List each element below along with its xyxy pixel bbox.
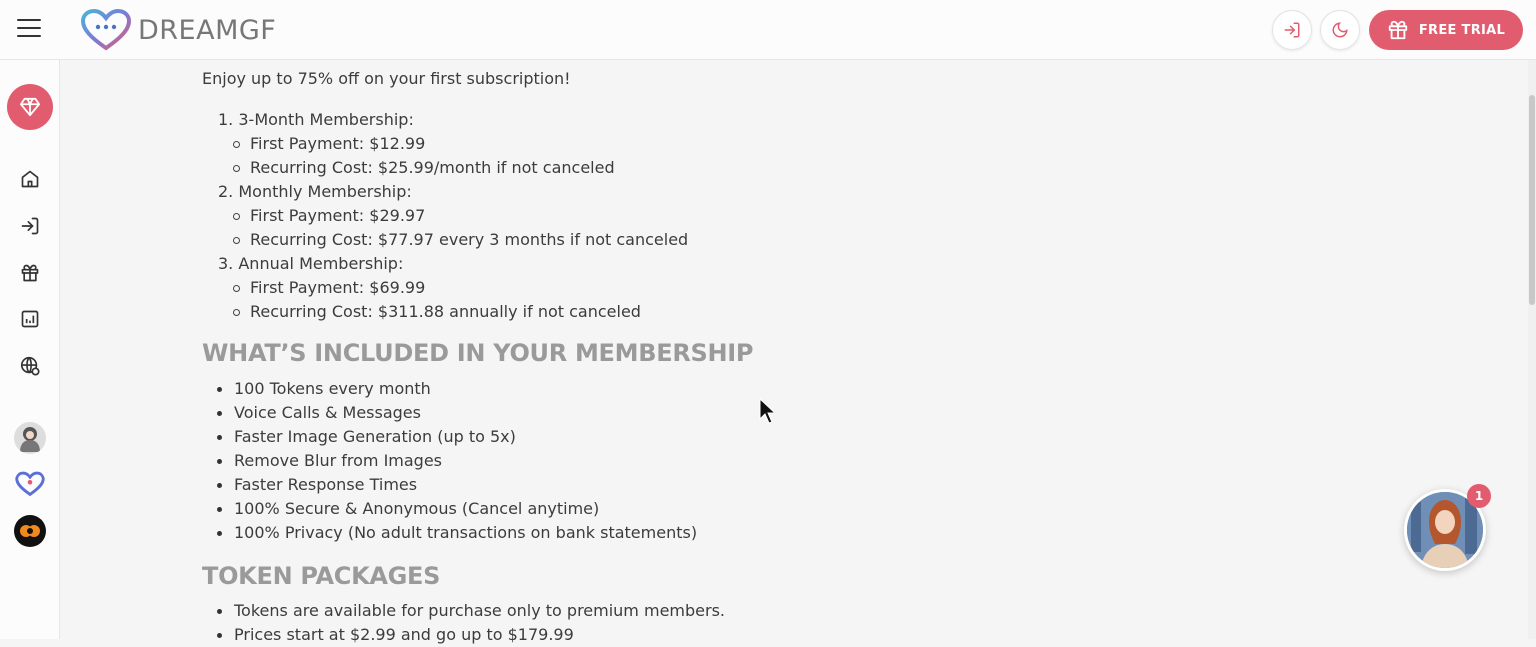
list-item: Voice Calls & Messages — [216, 401, 697, 425]
plan-item: 3-Month Membership: First Payment: $12.9… — [218, 108, 688, 180]
plan-first-payment: First Payment: $69.99 — [232, 276, 688, 300]
list-item: 100% Secure & Anonymous (Cancel anytime) — [216, 497, 697, 521]
chart-icon[interactable] — [18, 307, 42, 331]
scrollbar-thumb[interactable] — [1529, 95, 1535, 305]
free-trial-label: FREE TRIAL — [1418, 22, 1506, 38]
menu-icon[interactable] — [17, 19, 41, 39]
brand-name: DREAMGF — [138, 14, 277, 46]
heart-logo-icon — [80, 9, 132, 51]
list-item: Faster Image Generation (up to 5x) — [216, 425, 697, 449]
top-bar: DREAMGF FREE TRIAL — [0, 0, 1536, 60]
intro-text: Enjoy up to 75% off on your first subscr… — [202, 69, 571, 88]
plan-item: Annual Membership: First Payment: $69.99… — [218, 252, 688, 324]
list-item: Tokens are available for purchase only t… — [217, 599, 725, 623]
membership-heading: WHAT’S INCLUDED IN YOUR MEMBERSHIP — [202, 339, 754, 367]
list-item: Faster Response Times — [216, 473, 697, 497]
plan-name: Annual Membership: — [218, 254, 403, 273]
list-item: Prices start at $2.99 and go up to $179.… — [217, 623, 725, 647]
theme-toggle-button[interactable] — [1320, 10, 1360, 50]
list-item: 100 Tokens every month — [216, 377, 697, 401]
heart-logo-icon[interactable] — [14, 468, 46, 500]
plan-first-payment: First Payment: $12.99 — [232, 132, 688, 156]
plans-list: 3-Month Membership: First Payment: $12.9… — [218, 108, 688, 324]
token-packages-heading: TOKEN PACKAGES — [202, 562, 441, 590]
logo[interactable]: DREAMGF — [80, 9, 276, 51]
login-icon[interactable] — [18, 214, 42, 238]
home-icon[interactable] — [18, 167, 42, 191]
tokens-list: Tokens are available for purchase only t… — [217, 599, 725, 647]
list-item: Remove Blur from Images — [216, 449, 697, 473]
moon-icon — [1332, 22, 1348, 38]
plan-recurring-cost: Recurring Cost: $77.97 every 3 months if… — [232, 228, 688, 252]
sidebar — [0, 60, 60, 639]
included-list: 100 Tokens every month Voice Calls & Mes… — [216, 377, 697, 545]
free-trial-button[interactable]: FREE TRIAL — [1369, 10, 1523, 50]
plan-recurring-cost: Recurring Cost: $311.88 annually if not … — [232, 300, 688, 324]
gift-icon[interactable] — [18, 261, 42, 285]
gift-icon — [1388, 20, 1408, 40]
plan-name: Monthly Membership: — [218, 182, 412, 201]
jp-avatar[interactable] — [14, 515, 46, 547]
plan-item: Monthly Membership: First Payment: $29.9… — [218, 180, 688, 252]
plan-recurring-cost: Recurring Cost: $25.99/month if not canc… — [232, 156, 688, 180]
globe-icon[interactable] — [18, 354, 42, 378]
plan-first-payment: First Payment: $29.97 — [232, 204, 688, 228]
diamond-icon — [19, 97, 40, 117]
anime-avatar[interactable] — [14, 422, 46, 454]
cursor-icon — [759, 397, 777, 428]
login-button[interactable] — [1272, 10, 1312, 50]
plan-name: 3-Month Membership: — [218, 110, 414, 129]
premium-button[interactable] — [7, 84, 53, 130]
login-icon — [1284, 22, 1300, 38]
list-item: 100% Privacy (No adult transactions on b… — [216, 521, 697, 545]
notification-badge: 1 — [1467, 484, 1491, 508]
